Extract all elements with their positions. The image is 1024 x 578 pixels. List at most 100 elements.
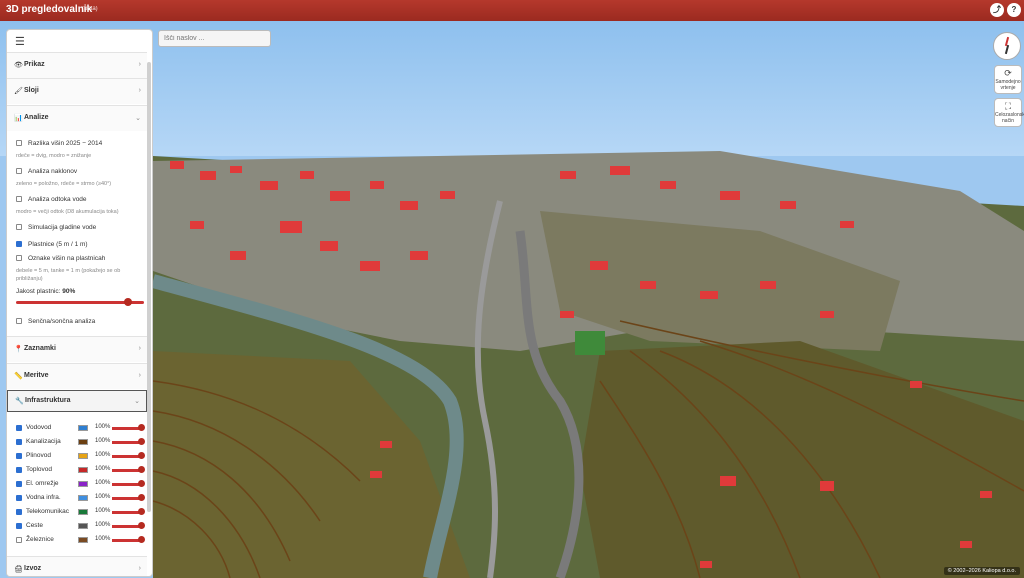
infra-color-swatch[interactable] bbox=[78, 495, 88, 501]
analysis-height-diff[interactable]: Razlika višin 2025 − 2014 bbox=[16, 140, 102, 147]
infra-row[interactable]: Telekomunikac 100% bbox=[16, 506, 145, 518]
infra-color-swatch[interactable] bbox=[78, 425, 88, 431]
infra-color-swatch[interactable] bbox=[78, 537, 88, 543]
infra-opacity-slider[interactable] bbox=[112, 480, 145, 487]
infra-row[interactable]: El. omrežje 100% bbox=[16, 478, 145, 490]
section-label: Izvoz bbox=[24, 565, 42, 572]
ruler-icon: 📏 bbox=[14, 373, 23, 380]
hint-text: modro = večji odtok (D8 akumulacija toka… bbox=[16, 209, 119, 215]
chevron-right-icon: › bbox=[138, 565, 141, 572]
infra-row[interactable]: Vodna infra. 100% bbox=[16, 492, 145, 504]
checkbox-checked[interactable] bbox=[16, 425, 22, 431]
infra-name: Toplovod bbox=[26, 466, 53, 473]
infra-color-swatch[interactable] bbox=[78, 523, 88, 529]
checkbox-checked[interactable] bbox=[16, 439, 22, 445]
section-izvoz[interactable]: 🖨 Izvoz › bbox=[7, 556, 147, 576]
infra-row[interactable]: Toplovod 100% bbox=[16, 464, 145, 476]
checkbox[interactable] bbox=[16, 140, 22, 147]
chevron-down-icon: ⌄ bbox=[135, 115, 141, 122]
checkbox[interactable] bbox=[16, 255, 22, 262]
checkbox-checked[interactable] bbox=[16, 241, 22, 248]
side-panel: ☰ 👁 Prikaz › 🖌 Sloji › 📊 Analize ⌄ Razli… bbox=[6, 29, 153, 577]
checkbox-checked[interactable] bbox=[16, 495, 22, 501]
infra-row[interactable]: Vodovod 100% bbox=[16, 422, 145, 434]
infra-color-swatch[interactable] bbox=[78, 453, 88, 459]
infra-opacity-slider[interactable] bbox=[112, 466, 145, 473]
panel-scrollbar[interactable] bbox=[147, 62, 151, 512]
checkbox-checked[interactable] bbox=[16, 453, 22, 459]
checkbox-checked[interactable] bbox=[16, 467, 22, 473]
share-icon[interactable]: ⤴ bbox=[990, 3, 1004, 17]
fullscreen-icon: ⛶ bbox=[1004, 101, 1012, 111]
infra-opacity-slider[interactable] bbox=[112, 424, 145, 431]
infra-opacity-slider[interactable] bbox=[112, 452, 145, 459]
infra-name: Vodovod bbox=[26, 424, 52, 431]
section-label: Prikaz bbox=[24, 61, 45, 68]
infra-row[interactable]: Plinovod 100% bbox=[16, 450, 145, 462]
section-prikaz[interactable]: 👁 Prikaz › bbox=[7, 52, 147, 78]
search-input[interactable] bbox=[158, 30, 271, 47]
infra-color-swatch[interactable] bbox=[78, 509, 88, 515]
contour-strength-slider[interactable] bbox=[16, 298, 144, 306]
analysis-contour-labels[interactable]: Oznake višin na plastnicah bbox=[16, 255, 105, 262]
infra-opacity-slider[interactable] bbox=[112, 522, 145, 529]
chevron-right-icon: › bbox=[138, 61, 141, 68]
contour-strength-label: Jakost plastnic: 90% bbox=[16, 288, 76, 295]
checkbox-checked[interactable] bbox=[16, 509, 22, 515]
checkbox-checked[interactable] bbox=[16, 523, 22, 529]
analysis-shadow[interactable]: Senčna/sončna analiza bbox=[16, 318, 95, 325]
analysis-water-runoff[interactable]: Analiza odtoka vode bbox=[16, 196, 87, 203]
infra-opacity-slider[interactable] bbox=[112, 536, 145, 543]
menu-icon[interactable]: ☰ bbox=[15, 35, 25, 48]
section-analize[interactable]: 📊 Analize ⌄ bbox=[7, 105, 147, 131]
infra-opacity-slider[interactable] bbox=[112, 494, 145, 501]
export-icon: 🖨 bbox=[14, 566, 23, 573]
compass-icon[interactable] bbox=[993, 32, 1021, 60]
hint-text: rdeče = dvig, modro = znižanje bbox=[16, 153, 92, 159]
checkbox[interactable] bbox=[16, 224, 22, 231]
brush-icon: 🖌 bbox=[14, 88, 23, 95]
3d-map-view[interactable] bbox=[0, 21, 1024, 578]
auto-rotate-button[interactable]: ⟳ Samodejno vrtenje bbox=[994, 65, 1022, 94]
infra-color-swatch[interactable] bbox=[78, 439, 88, 445]
infra-row[interactable]: Kanalizacija 100% bbox=[16, 436, 145, 448]
infra-row[interactable]: Ceste 100% bbox=[16, 520, 145, 532]
chevron-right-icon: › bbox=[138, 372, 141, 379]
chevron-down-icon: ⌄ bbox=[134, 398, 140, 405]
slider-handle[interactable] bbox=[124, 298, 132, 306]
infra-opacity-value: 100% bbox=[95, 494, 111, 500]
section-zaznamki[interactable]: 📍 Zaznamki › bbox=[7, 336, 147, 362]
section-sloji[interactable]: 🖌 Sloji › bbox=[7, 78, 147, 104]
chart-icon: 📊 bbox=[14, 115, 23, 122]
analysis-contours[interactable]: Plastnice (5 m / 1 m) bbox=[16, 241, 88, 248]
analysis-slope[interactable]: Analiza naklonov bbox=[16, 168, 77, 175]
hint-text: zeleno = položno, rdeče = strmo (≥40°) bbox=[16, 181, 112, 187]
section-meritve[interactable]: 📏 Meritve › bbox=[7, 363, 147, 389]
infra-color-swatch[interactable] bbox=[78, 467, 88, 473]
checkbox[interactable] bbox=[16, 196, 22, 203]
infra-name: Ceste bbox=[26, 522, 43, 529]
infra-opacity-value: 100% bbox=[95, 480, 111, 486]
checkbox[interactable] bbox=[16, 168, 22, 175]
infra-color-swatch[interactable] bbox=[78, 481, 88, 487]
section-label: Infrastruktura bbox=[25, 397, 71, 404]
infra-opacity-value: 100% bbox=[95, 522, 111, 528]
infra-name: Kanalizacija bbox=[26, 438, 61, 445]
infra-opacity-slider[interactable] bbox=[112, 508, 145, 515]
section-label: Sloji bbox=[24, 87, 39, 94]
checkbox[interactable] bbox=[16, 537, 22, 543]
top-bar: 3D pregledovalnik (beta) ⤴ ? bbox=[0, 0, 1024, 21]
infra-opacity-slider[interactable] bbox=[112, 438, 145, 445]
fullscreen-button[interactable]: ⛶ Celozaslonski način bbox=[994, 98, 1024, 127]
section-infrastruktura[interactable]: 🔧 Infrastruktura ⌄ bbox=[7, 390, 147, 412]
rotate-icon: ⟳ bbox=[1004, 68, 1012, 78]
infra-name: Železnice bbox=[26, 536, 54, 543]
help-button[interactable]: ? bbox=[1007, 3, 1021, 17]
beta-badge: (beta) bbox=[82, 6, 98, 12]
checkbox-checked[interactable] bbox=[16, 481, 22, 487]
infra-opacity-value: 100% bbox=[95, 452, 111, 458]
checkbox[interactable] bbox=[16, 318, 22, 325]
infra-opacity-value: 100% bbox=[95, 466, 111, 472]
analysis-water-level[interactable]: Simulacija gladine vode bbox=[16, 224, 96, 231]
infra-row[interactable]: Železnice 100% bbox=[16, 534, 145, 546]
